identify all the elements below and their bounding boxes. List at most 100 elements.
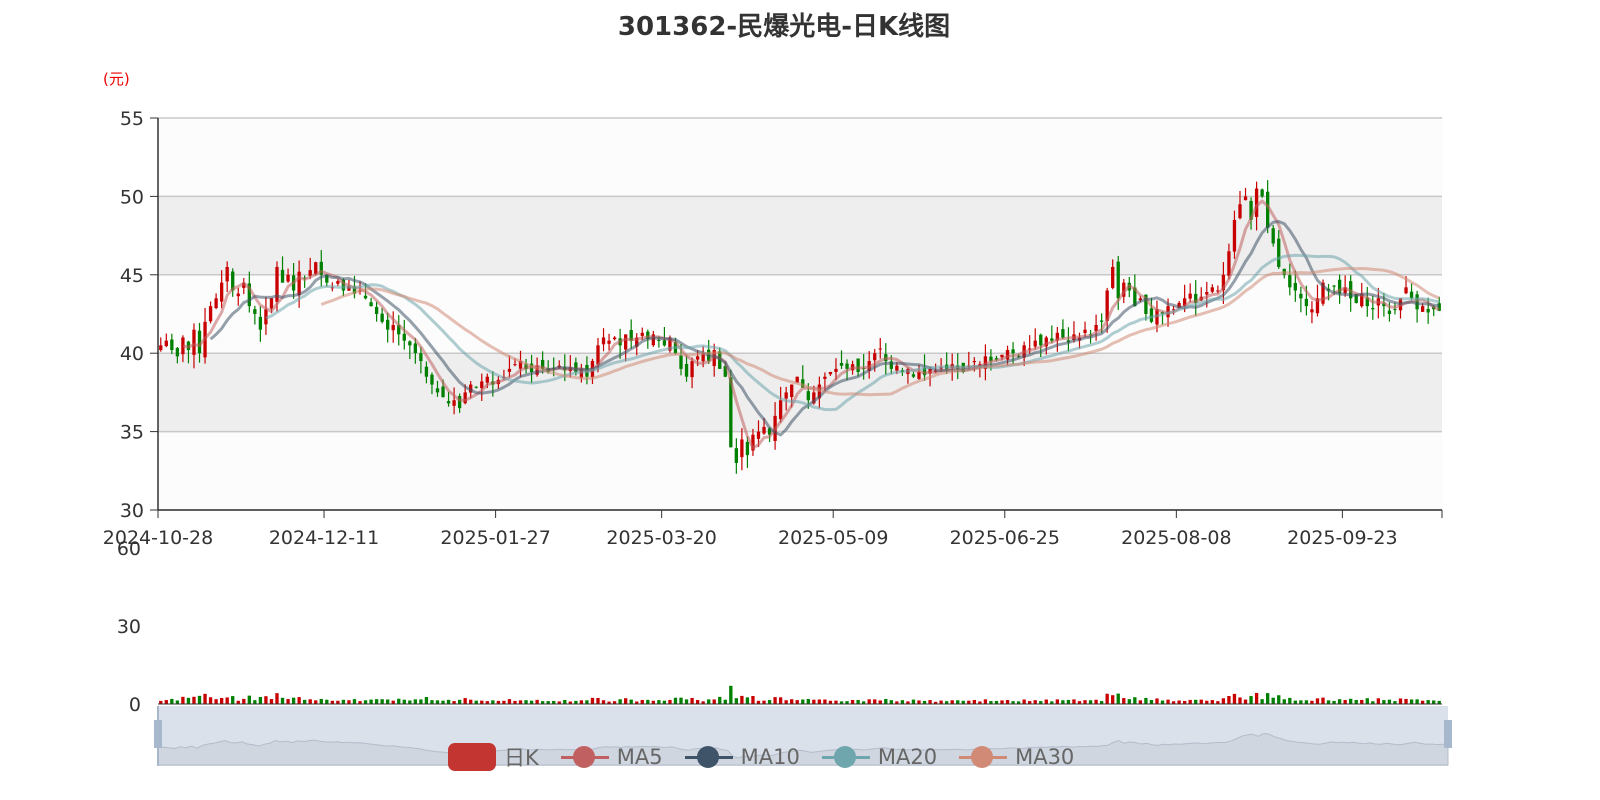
- legend-item-ma20[interactable]: MA20: [821, 743, 937, 771]
- volume-bar: [430, 700, 434, 704]
- volume-bar: [391, 700, 395, 704]
- candle-body: [1238, 204, 1242, 219]
- volume-bar: [369, 699, 373, 704]
- candle-body: [745, 441, 750, 456]
- volume-bar: [823, 699, 827, 704]
- volume-bar: [1144, 697, 1148, 704]
- candle-body: [363, 295, 368, 299]
- volume-bar: [463, 698, 467, 704]
- volume-bar: [1127, 699, 1131, 704]
- volume-bar: [1321, 697, 1325, 704]
- volume-bar: [1005, 700, 1010, 704]
- volume-bar: [1061, 700, 1065, 704]
- volume-bar: [1354, 699, 1358, 704]
- candle-body: [435, 388, 440, 393]
- volume-bar: [1243, 699, 1248, 704]
- volume-bar: [242, 698, 246, 704]
- volume-bar: [1365, 698, 1369, 704]
- volume-bar: [1000, 700, 1004, 704]
- candle-body: [1271, 228, 1275, 244]
- volume-bar: [374, 699, 379, 704]
- volume-bar: [1293, 700, 1297, 704]
- volume-bar: [1277, 695, 1281, 704]
- legend-item-ma5[interactable]: MA5: [560, 743, 663, 771]
- datazoom-handle-right[interactable]: [1444, 720, 1452, 748]
- volume-bar: [352, 699, 357, 704]
- volume-bar: [164, 700, 168, 704]
- candle-body: [236, 293, 240, 297]
- volume-bar: [983, 699, 988, 704]
- volume-bar: [1376, 698, 1381, 704]
- volume-bar: [1382, 700, 1386, 704]
- volume-bar: [1022, 699, 1026, 704]
- candle-body: [1083, 329, 1087, 333]
- legend-item-日k[interactable]: 日K: [448, 742, 539, 772]
- volume-bar: [1227, 696, 1231, 704]
- volume-bar: [1260, 699, 1264, 704]
- volume-bar: [950, 700, 954, 704]
- volume-bar: [1271, 697, 1275, 704]
- candle-body: [1260, 189, 1264, 197]
- volume-bar: [175, 700, 180, 704]
- grid-band: [158, 118, 1442, 197]
- volume-bar: [596, 698, 600, 704]
- volume-bar: [806, 698, 810, 704]
- volume-bar: [1066, 699, 1071, 704]
- legend-item-ma10[interactable]: MA10: [684, 743, 800, 771]
- volume-bar: [1299, 700, 1303, 704]
- volume-bar: [801, 699, 805, 704]
- volume-bar: [424, 696, 429, 704]
- volume-bar: [911, 699, 916, 704]
- legend-item-ma30[interactable]: MA30: [959, 743, 1074, 771]
- volume-bar: [1072, 699, 1076, 704]
- volume-bar: [624, 698, 628, 704]
- volume-bar: [740, 695, 744, 704]
- candle-body: [662, 340, 667, 346]
- volume-bar: [729, 685, 733, 704]
- volume-bar: [225, 697, 229, 704]
- candle-body: [1332, 285, 1336, 287]
- volume-bar: [745, 697, 750, 704]
- candle-body: [297, 271, 301, 296]
- candle-body: [192, 329, 196, 355]
- volume-bar: [850, 699, 855, 704]
- candle-body: [175, 348, 180, 357]
- y-tick-label: 30: [120, 500, 144, 522]
- volume-bar: [457, 699, 462, 704]
- candle-body: [1404, 287, 1408, 294]
- candle-body: [607, 340, 611, 344]
- volume-bar: [668, 699, 672, 704]
- volume-bar: [1409, 699, 1414, 704]
- candle-body: [507, 368, 512, 372]
- volume-bar: [817, 699, 822, 704]
- candle-body: [972, 361, 976, 363]
- volume-bar: [435, 700, 440, 704]
- volume-bar: [1326, 700, 1331, 704]
- volume-bar: [723, 699, 727, 704]
- candle-body: [657, 339, 661, 341]
- volume-bar: [1149, 699, 1154, 704]
- x-tick-label: 2025-05-09: [778, 527, 888, 549]
- candle-body: [159, 345, 163, 351]
- candle-body: [164, 340, 168, 347]
- volume-bar: [203, 693, 207, 704]
- volume-y-tick-label: 30: [117, 616, 141, 638]
- legend-line-icon: [959, 743, 1008, 771]
- volume-bar: [208, 697, 213, 704]
- volume-bar: [784, 700, 788, 704]
- candle-body: [1243, 196, 1248, 201]
- candle-body: [1288, 275, 1292, 288]
- legend-label: MA30: [1015, 745, 1075, 769]
- volume-bar: [1210, 700, 1214, 704]
- candle-body: [806, 391, 810, 401]
- candle-body: [386, 319, 390, 330]
- candle-body: [513, 364, 517, 366]
- volume-bar: [192, 696, 196, 704]
- volume-bar: [1288, 697, 1292, 704]
- candle-body: [1310, 309, 1314, 313]
- volume-bar: [1415, 699, 1419, 704]
- candle-body: [208, 306, 213, 322]
- candle-body: [419, 353, 423, 362]
- candle-body: [391, 324, 395, 331]
- volume-bar: [767, 700, 772, 704]
